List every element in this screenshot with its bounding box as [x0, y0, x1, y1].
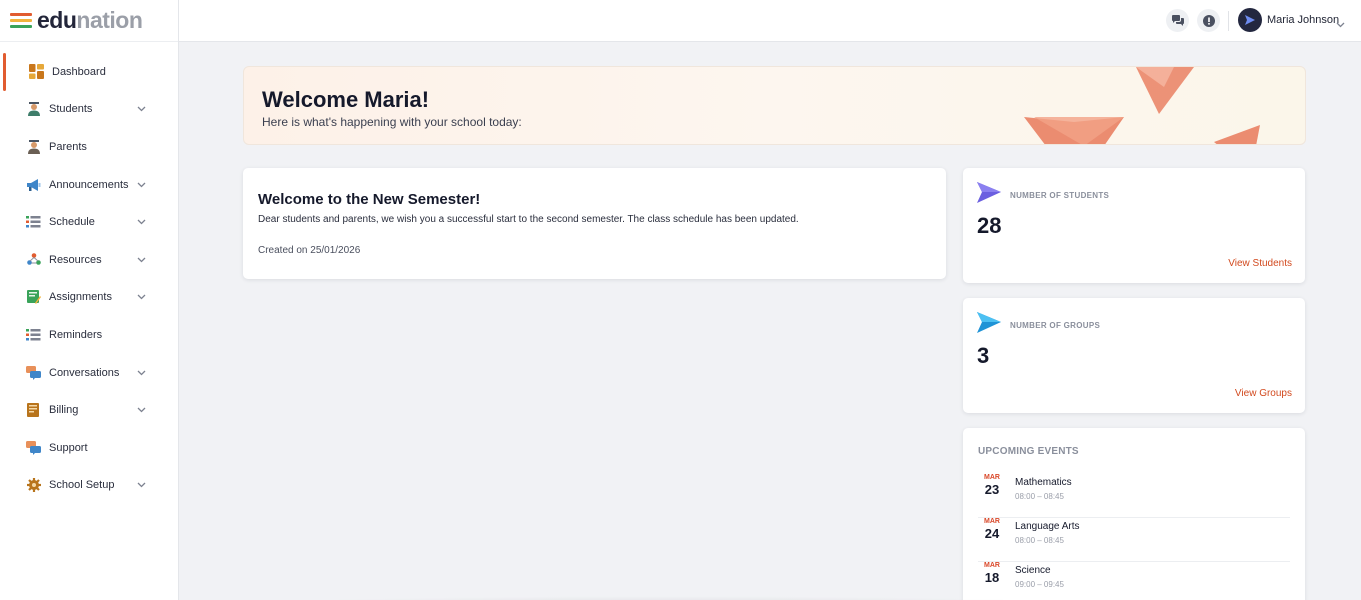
- user-name[interactable]: Maria Johnson: [1267, 14, 1339, 26]
- parents-icon: [26, 139, 41, 154]
- paper-planes-illustration: [1024, 67, 1260, 144]
- sidebar-item-label: Support: [49, 441, 88, 454]
- sidebar-item-schedule[interactable]: Schedule: [0, 203, 178, 241]
- sidebar-item-students[interactable]: Students: [0, 91, 178, 129]
- event-month: MAR: [984, 474, 1000, 481]
- page-subtitle: Here is what's happening with your schoo…: [262, 115, 522, 129]
- sidebar-item-dashboard[interactable]: Dashboard: [0, 53, 178, 91]
- upcoming-events-card: UPCOMING EVENTS MAR 23 Mathematics 08:00…: [963, 428, 1305, 600]
- alert-icon[interactable]: [1197, 9, 1220, 32]
- stat-label: NUMBER OF GROUPS: [1010, 321, 1101, 330]
- sidebar-item-label: Reminders: [49, 328, 103, 341]
- sidebar-item-resources[interactable]: Resources: [0, 241, 178, 279]
- event-item[interactable]: MAR 24 Language Arts 08:00 – 08:45: [978, 518, 1290, 562]
- chevron-down-icon[interactable]: [1336, 15, 1345, 33]
- sidebar-item-label: Announcements: [49, 178, 129, 191]
- event-month: MAR: [984, 518, 1000, 525]
- sidebar-item-label: Schedule: [49, 216, 95, 229]
- sidebar-item-support[interactable]: Support: [0, 429, 178, 467]
- sidebar-item-label: Conversations: [49, 366, 120, 379]
- welcome-banner: Welcome Maria! Here is what's happening …: [243, 66, 1306, 145]
- sidebar-item-label: Billing: [49, 404, 79, 417]
- chevron-down-icon[interactable]: [136, 368, 146, 378]
- announcement-card[interactable]: Welcome to the New Semester! Dear studen…: [243, 168, 946, 279]
- page-title: Welcome Maria!: [262, 87, 430, 112]
- event-name: Science: [1015, 565, 1051, 576]
- chevron-down-icon[interactable]: [136, 104, 146, 114]
- sidebar-item-parents[interactable]: Parents: [0, 128, 178, 166]
- announcement-body: Dear students and parents, we wish you a…: [258, 214, 799, 225]
- stat-value: 3: [977, 343, 990, 368]
- topbar: Maria Johnson: [179, 0, 1361, 42]
- chevron-down-icon[interactable]: [136, 405, 146, 415]
- event-day: 18: [984, 570, 1000, 585]
- avatar[interactable]: [1238, 8, 1262, 32]
- support-icon: [26, 440, 41, 455]
- events-title: UPCOMING EVENTS: [978, 446, 1079, 457]
- logo-mark-icon: [10, 13, 32, 28]
- billing-icon: [26, 403, 41, 418]
- sidebar-item-label: Resources: [49, 253, 102, 266]
- sidebar-item-conversations[interactable]: Conversations: [0, 354, 178, 392]
- conversations-icon: [26, 365, 41, 380]
- event-item[interactable]: MAR 18 Science 09:00 – 09:45: [978, 562, 1290, 600]
- stat-value: 28: [977, 213, 1002, 238]
- paper-plane-icon: [977, 312, 1001, 339]
- view-students-link[interactable]: View Students: [1228, 258, 1292, 269]
- sidebar-item-school-setup[interactable]: School Setup: [0, 467, 178, 505]
- students-stat-card: NUMBER OF STUDENTS 28 View Students: [963, 168, 1305, 283]
- megaphone-icon: [26, 177, 41, 192]
- sidebar-item-reminders[interactable]: Reminders: [0, 316, 178, 354]
- sidebar-item-billing[interactable]: Billing: [0, 391, 178, 429]
- sidebar: edunation Dashboard Students Parents Ann…: [0, 0, 179, 600]
- sidebar-nav: Dashboard Students Parents Announcements: [0, 53, 178, 504]
- schedule-icon: [26, 215, 41, 230]
- sidebar-item-label: Dashboard: [52, 65, 106, 78]
- view-groups-link[interactable]: View Groups: [1235, 388, 1292, 399]
- resources-icon: [26, 252, 41, 267]
- sidebar-item-assignments[interactable]: Assignments: [0, 279, 178, 317]
- announcement-title: Welcome to the New Semester!: [258, 191, 481, 208]
- sidebar-item-label: Students: [49, 103, 93, 116]
- paper-plane-icon: [977, 182, 1001, 209]
- event-day: 23: [984, 482, 1000, 497]
- event-time: 09:00 – 09:45: [1015, 580, 1064, 589]
- chevron-down-icon[interactable]: [136, 217, 146, 227]
- logo[interactable]: edunation: [0, 0, 178, 42]
- event-item[interactable]: MAR 23 Mathematics 08:00 – 08:45: [978, 474, 1290, 518]
- event-name: Language Arts: [1015, 521, 1080, 532]
- chat-icon[interactable]: [1166, 9, 1189, 32]
- reminders-icon: [26, 327, 41, 342]
- event-day: 24: [984, 526, 1000, 541]
- chevron-down-icon[interactable]: [136, 255, 146, 265]
- chevron-down-icon[interactable]: [136, 292, 146, 302]
- chevron-down-icon[interactable]: [136, 480, 146, 490]
- event-name: Mathematics: [1015, 477, 1072, 488]
- students-icon: [26, 102, 41, 117]
- chevron-down-icon[interactable]: [136, 180, 146, 190]
- gear-icon: [26, 478, 41, 493]
- bottom-shadow: [200, 596, 1141, 600]
- sidebar-item-label: Assignments: [49, 291, 112, 304]
- event-time: 08:00 – 08:45: [1015, 492, 1064, 501]
- dashboard-icon: [29, 64, 44, 80]
- event-time: 08:00 – 08:45: [1015, 536, 1064, 545]
- assignments-icon: [26, 290, 41, 305]
- logo-text: edunation: [37, 7, 143, 33]
- announcement-created: Created on 25/01/2026: [258, 245, 361, 256]
- topbar-divider: [1228, 11, 1229, 31]
- event-month: MAR: [984, 562, 1000, 569]
- sidebar-item-label: School Setup: [49, 479, 115, 492]
- sidebar-item-announcements[interactable]: Announcements: [0, 166, 178, 204]
- stat-label: NUMBER OF STUDENTS: [1010, 191, 1110, 200]
- groups-stat-card: NUMBER OF GROUPS 3 View Groups: [963, 298, 1305, 413]
- sidebar-item-label: Parents: [49, 140, 87, 153]
